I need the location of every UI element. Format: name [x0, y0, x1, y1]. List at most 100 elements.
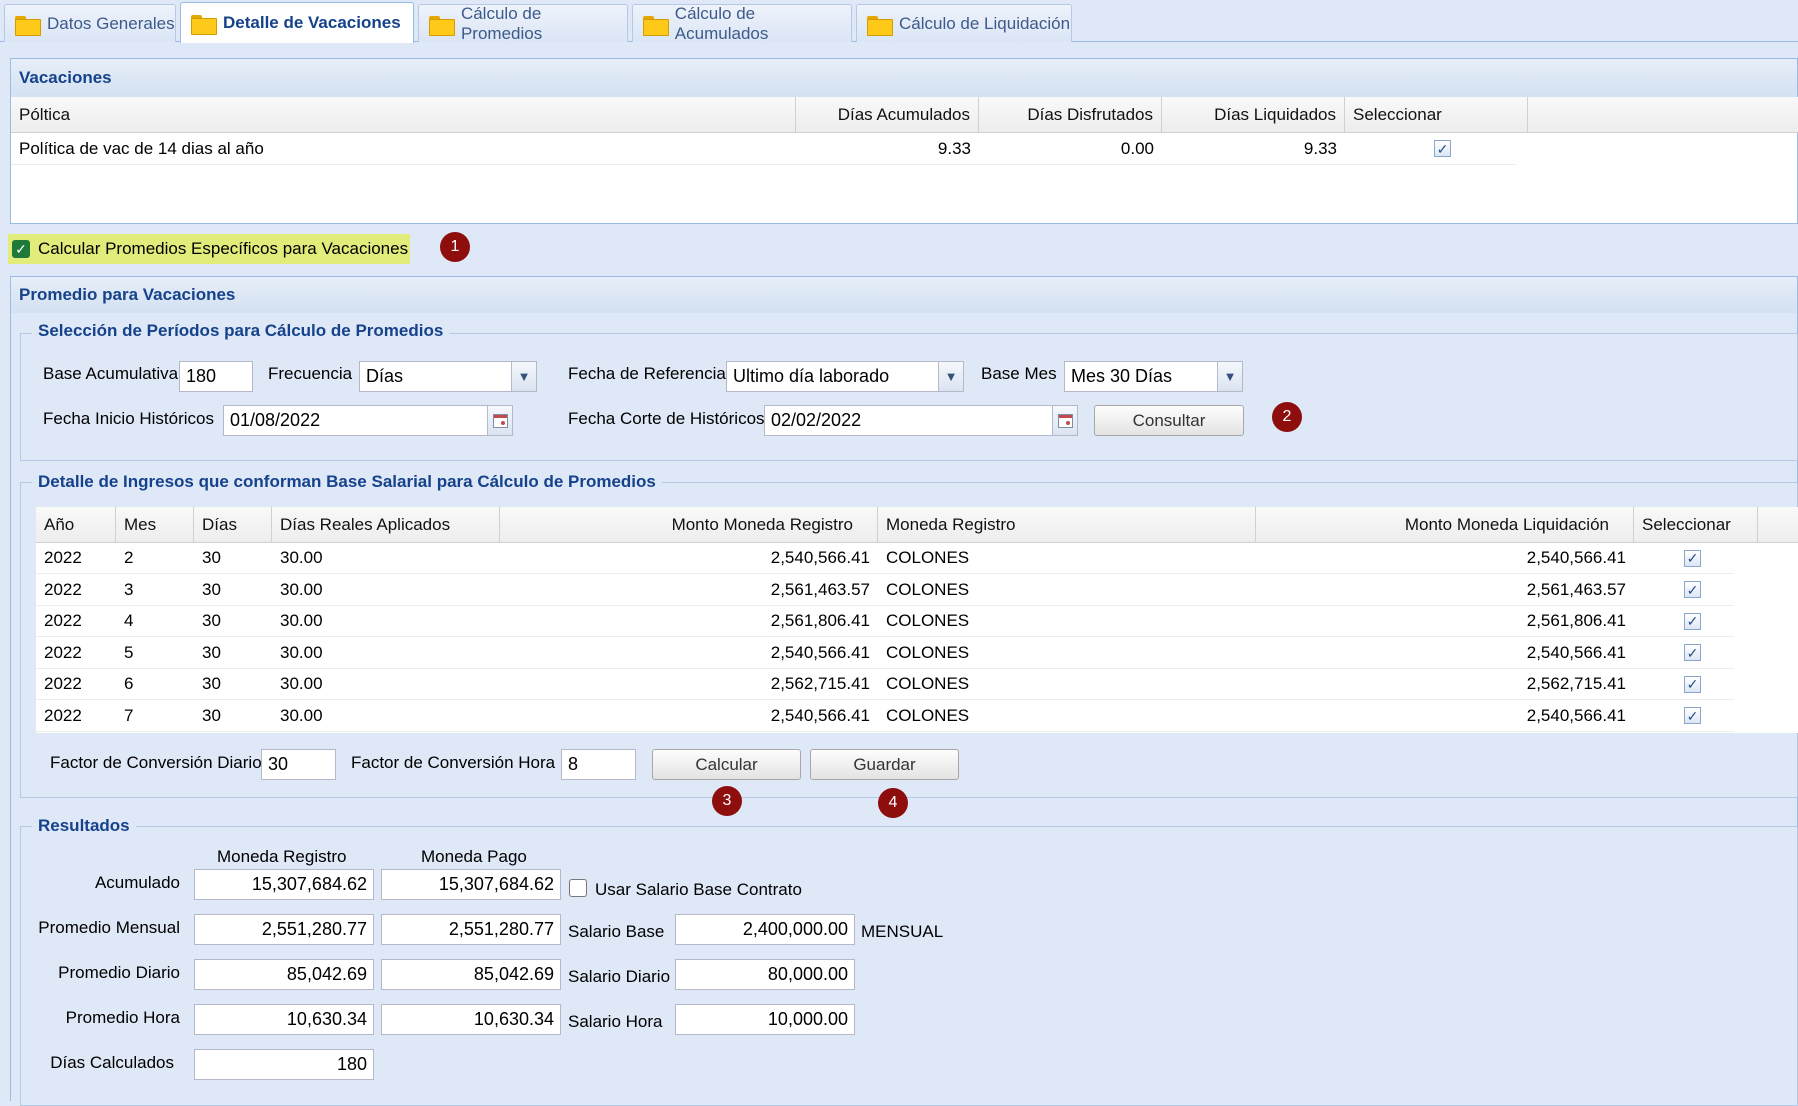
anio-cell: 2022	[44, 579, 82, 599]
tab-detalle-vacaciones[interactable]: Detalle de Vacaciones	[180, 2, 414, 43]
table-row[interactable]: 2022 6 30 30.00 2,562,715.41 COLONES 2,562,715…	[36, 669, 1734, 700]
row-select-checkbox[interactable]: ✓	[1684, 549, 1701, 567]
seleccionar-cell: ✓	[1426, 133, 1486, 164]
dias-cell: 30	[202, 611, 221, 630]
acumulado-pago-field[interactable]: 15,307,684.62	[381, 869, 561, 900]
dias-disfrutados-cell: 0.00	[1120, 138, 1154, 158]
fecha-inicio-input[interactable]: 01/08/2022	[223, 405, 513, 436]
step-marker-4: 4	[878, 788, 908, 818]
salario-hora-label: Salario Hora	[568, 1012, 663, 1031]
col-dias[interactable]: Días	[194, 507, 272, 542]
tab-calculo-liquidacion[interactable]: Cálculo de Liquidación	[856, 4, 1072, 42]
promedio-hora-pago-field[interactable]: 10,630.34	[381, 1004, 561, 1035]
usar-salario-checkbox[interactable]	[569, 879, 587, 897]
col-moneda-registro[interactable]: Moneda Registro	[878, 507, 1256, 542]
dias-cell: 30	[202, 674, 221, 693]
vacaciones-title: Vacaciones	[11, 59, 1797, 97]
salario-base-label: Salario Base	[568, 922, 665, 941]
row-select-checkbox[interactable]: ✓	[1684, 581, 1701, 598]
col-moneda-registro-label: Moneda Registro	[217, 847, 347, 866]
col-seleccionar[interactable]: Seleccionar	[1345, 97, 1528, 132]
tab-datos-generales[interactable]: Datos Generales	[4, 4, 176, 42]
consultar-button[interactable]: Consultar	[1094, 405, 1244, 436]
chevron-down-icon[interactable]: ▼	[938, 362, 963, 391]
col-dias-disfrutados[interactable]: Días Disfrutados	[979, 97, 1162, 132]
row-select-checkbox[interactable]: ✓	[1684, 675, 1701, 693]
col-dias-liquidados[interactable]: Días Liquidados	[1162, 97, 1345, 132]
salario-hora-field[interactable]: 10,000.00	[675, 1004, 855, 1035]
mes-cell: 3	[124, 579, 134, 599]
salario-base-field[interactable]: 2,400,000.00	[675, 914, 855, 945]
dias-cell: 30	[202, 705, 221, 725]
promedio-mensual-pago-field[interactable]: 2,551,280.77	[381, 914, 561, 945]
row-select-checkbox[interactable]: ✓	[1434, 140, 1451, 157]
moneda-registro-cell: COLONES	[886, 674, 970, 693]
base-mes-value: Mes 30 Días	[1071, 366, 1173, 386]
folder-icon	[15, 14, 41, 36]
frecuencia-select[interactable]: Días ▼	[359, 361, 537, 392]
promedio-diario-pago-field[interactable]: 85,042.69	[381, 959, 561, 990]
fecha-corte-input[interactable]: 02/02/2022	[764, 405, 1078, 436]
col-dias-acumulados[interactable]: Días Acumulados	[796, 97, 979, 132]
monto-registro-cell: 2,540,566.41	[770, 642, 870, 662]
acumulado-registro-field[interactable]: 15,307,684.62	[194, 869, 374, 900]
chevron-down-icon[interactable]: ▼	[1217, 362, 1242, 391]
base-acumulativa-input[interactable]: 180	[179, 361, 253, 392]
seleccionar-cell: ✓	[1676, 575, 1726, 605]
fecha-corte-label: Fecha Corte de Históricos	[568, 409, 765, 428]
fecha-inicio-value: 01/08/2022	[230, 410, 321, 430]
base-mes-select[interactable]: Mes 30 Días ▼	[1064, 361, 1243, 392]
col-monto-registro[interactable]: Monto Moneda Registro	[500, 507, 878, 542]
calendar-icon[interactable]	[487, 406, 512, 435]
factor-hora-input[interactable]: 8	[561, 749, 636, 780]
promedio-hora-registro-field[interactable]: 10,630.34	[194, 1004, 374, 1035]
dias-calculados-field[interactable]: 180	[194, 1049, 374, 1080]
dias-reales-cell: 30.00	[280, 579, 323, 599]
table-row[interactable]: 2022 3 30 30.00 2,561,463.57 COLONES 2,561,463…	[36, 575, 1734, 606]
tab-label: Cálculo de Liquidación	[899, 13, 1071, 33]
table-row[interactable]: 2022 7 30 30.00 2,540,566.41 COLONES 2,540,566…	[36, 701, 1734, 732]
calc-promedios-toggle[interactable]: ✓ Calcular Promedios Específicos para Va…	[8, 234, 410, 264]
col-mes[interactable]: Mes	[116, 507, 194, 542]
fecha-inicio-label: Fecha Inicio Históricos	[43, 409, 215, 428]
tab-calculo-promedios[interactable]: Cálculo de Promedios	[418, 4, 628, 43]
tab-calculo-acumulados[interactable]: Cálculo de Acumulados	[632, 4, 852, 43]
anio-cell: 2022	[44, 674, 82, 693]
anio-cell: 2022	[44, 548, 82, 567]
dias-cell: 30	[202, 548, 221, 567]
salario-base-unit: MENSUAL	[861, 922, 944, 941]
row-select-checkbox[interactable]: ✓	[1684, 612, 1701, 630]
frecuencia-value: Días	[366, 366, 404, 386]
row-select-checkbox[interactable]: ✓	[1684, 644, 1701, 661]
col-seleccionar[interactable]: Seleccionar	[1634, 507, 1758, 542]
anio-cell: 2022	[44, 611, 82, 630]
seleccionar-cell: ✓	[1676, 669, 1726, 699]
acumulado-label: Acumulado	[94, 873, 180, 892]
calc-promedios-checkbox[interactable]: ✓	[12, 240, 30, 258]
dias-acumulados-cell: 9.33	[937, 138, 971, 158]
fecha-referencia-select[interactable]: Ultimo día laborado ▼	[726, 361, 964, 392]
factor-diario-input[interactable]: 30	[261, 749, 336, 780]
chevron-down-icon[interactable]: ▼	[511, 362, 536, 391]
table-row[interactable]: 2022 4 30 30.00 2,561,806.41 COLONES 2,561,806…	[36, 606, 1734, 637]
col-monto-liquidacion[interactable]: Monto Moneda Liquidación	[1256, 507, 1634, 542]
col-politica[interactable]: Póltica	[11, 97, 796, 132]
col-anio[interactable]: Año	[36, 507, 116, 542]
mes-cell: 7	[124, 705, 134, 725]
promedio-mensual-registro-field[interactable]: 2,551,280.77	[194, 914, 374, 945]
guardar-button[interactable]: Guardar	[810, 749, 959, 780]
base-acumulativa-label: Base Acumulativa	[43, 364, 179, 383]
salario-diario-field[interactable]: 80,000.00	[675, 959, 855, 990]
row-select-checkbox[interactable]: ✓	[1684, 707, 1701, 724]
promedio-diario-registro-field[interactable]: 85,042.69	[194, 959, 374, 990]
col-dias-reales[interactable]: Días Reales Aplicados	[272, 507, 500, 542]
calendar-icon[interactable]	[1052, 406, 1077, 435]
calcular-button[interactable]: Calcular	[652, 749, 801, 780]
table-row[interactable]: Política de vac de 14 dias al año 9.33 0…	[11, 133, 1516, 165]
table-row[interactable]: 2022 2 30 30.00 2,540,566.41 COLONES 2,540,566…	[36, 543, 1734, 574]
monto-liquidacion-cell: 2,540,566.41	[1526, 705, 1626, 725]
monto-liquidacion-cell: 2,562,715.41	[1526, 674, 1626, 693]
seleccion-fieldset	[20, 333, 1798, 461]
tab-bar: Datos Generales Detalle de Vacaciones Cá…	[0, 0, 1798, 43]
table-row[interactable]: 2022 5 30 30.00 2,540,566.41 COLONES 2,540,566…	[36, 638, 1734, 669]
